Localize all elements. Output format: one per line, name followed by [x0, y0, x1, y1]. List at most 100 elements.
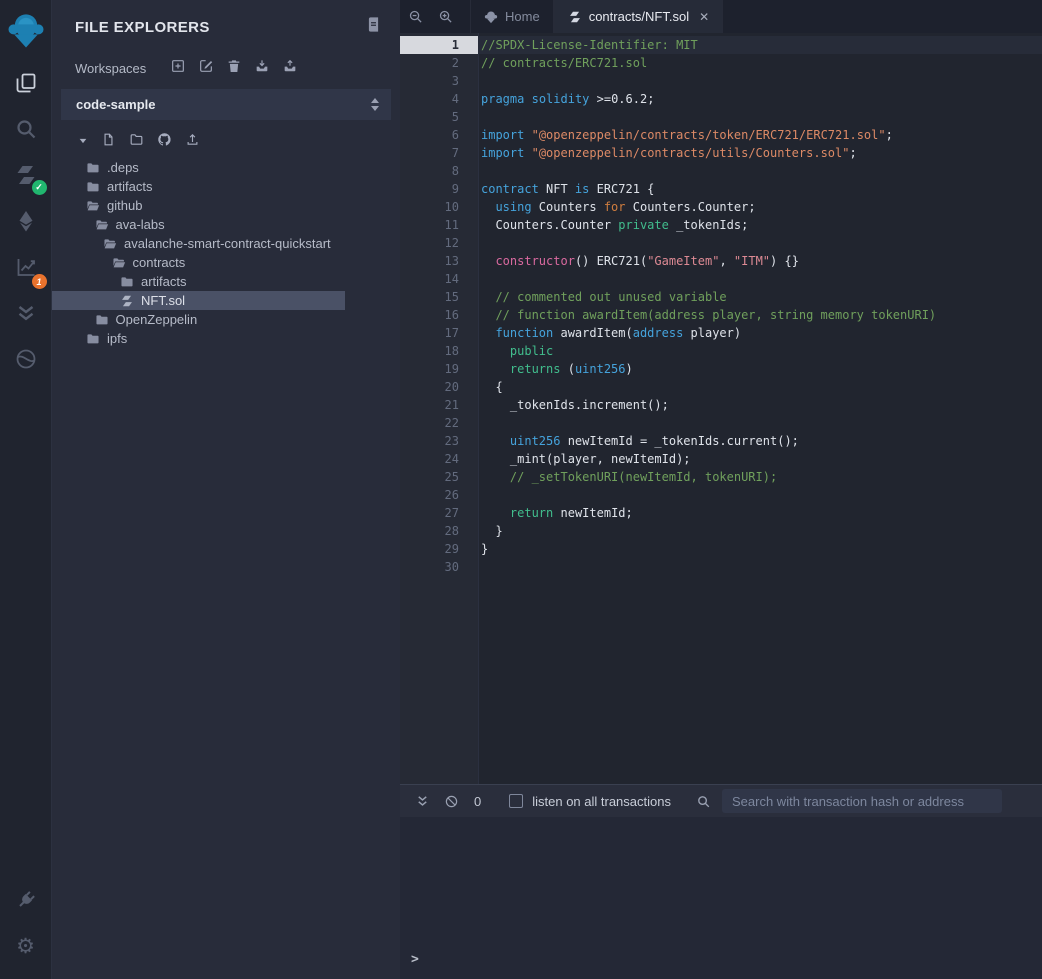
- code-line[interactable]: 11 Counters.Counter private _tokenIds;: [400, 216, 1042, 234]
- code-line[interactable]: 6import "@openzeppelin/contracts/token/E…: [400, 126, 1042, 144]
- code-line[interactable]: 4pragma solidity >=0.6.2;: [400, 90, 1042, 108]
- remix-logo[interactable]: [5, 8, 47, 52]
- tree-item-artifacts[interactable]: artifacts: [52, 272, 345, 291]
- unit-testing-icon[interactable]: [8, 295, 44, 331]
- workspace-select[interactable]: code-sample: [61, 89, 391, 120]
- tree-item-nft-sol[interactable]: NFT.sol: [52, 291, 345, 310]
- restore-workspaces-icon[interactable]: [282, 58, 298, 79]
- code-text: return newItemId;: [478, 504, 633, 522]
- code-line[interactable]: 27 return newItemId;: [400, 504, 1042, 522]
- code-text: [478, 108, 481, 126]
- line-number: 9: [400, 180, 478, 198]
- code-line[interactable]: 12: [400, 234, 1042, 252]
- new-folder-icon[interactable]: [129, 132, 144, 152]
- create-workspace-icon[interactable]: [170, 58, 186, 79]
- tree-item-artifacts[interactable]: artifacts: [52, 177, 345, 196]
- code-line[interactable]: 14: [400, 270, 1042, 288]
- tab-label: Home: [505, 9, 540, 24]
- tab-home[interactable]: Home: [470, 0, 554, 33]
- close-tab-icon[interactable]: ✕: [699, 10, 709, 24]
- code-line[interactable]: 3: [400, 72, 1042, 90]
- code-line[interactable]: 21 _tokenIds.increment();: [400, 396, 1042, 414]
- zoom-out-icon[interactable]: [400, 0, 430, 33]
- code-line[interactable]: 9contract NFT is ERC721 {: [400, 180, 1042, 198]
- code-line[interactable]: 20 {: [400, 378, 1042, 396]
- code-line[interactable]: 13 constructor() ERC721("GameItem", "ITM…: [400, 252, 1042, 270]
- tree-item-openzeppelin[interactable]: OpenZeppelin: [52, 310, 345, 329]
- tree-item-label: ipfs: [107, 331, 127, 346]
- tree-item-github[interactable]: github: [52, 196, 345, 215]
- zoom-in-icon[interactable]: [430, 0, 460, 33]
- line-number: 17: [400, 324, 478, 342]
- plugin-manager-icon[interactable]: [8, 882, 44, 918]
- caret-down-icon[interactable]: [78, 133, 88, 151]
- code-line[interactable]: 1//SPDX-License-Identifier: MIT: [400, 36, 1042, 54]
- listen-transactions-checkbox[interactable]: [509, 794, 523, 808]
- code-line[interactable]: 23 uint256 newItemId = _tokenIds.current…: [400, 432, 1042, 450]
- code-text: uint256 newItemId = _tokenIds.current();: [478, 432, 799, 450]
- main-area: Home contracts/NFT.sol ✕ 1//SPDX-License…: [400, 0, 1042, 979]
- tree-item-contracts[interactable]: contracts: [52, 253, 345, 272]
- folder-icon: [86, 332, 100, 346]
- tree-item-avalanche-smart-contract-quickstart[interactable]: avalanche-smart-contract-quickstart: [52, 234, 345, 253]
- code-line[interactable]: 2// contracts/ERC721.sol: [400, 54, 1042, 72]
- code-line[interactable]: 22: [400, 414, 1042, 432]
- terminal-output[interactable]: >: [400, 817, 1042, 979]
- plugin-icon[interactable]: [8, 341, 44, 377]
- code-line[interactable]: 10 using Counters for Counters.Counter;: [400, 198, 1042, 216]
- code-line[interactable]: 25 // _setTokenURI(newItemId, tokenURI);: [400, 468, 1042, 486]
- remix-ide-window: ✓1 ⚙ FILE EXPLORERS Workspaces code-samp…: [0, 0, 1042, 979]
- code-line[interactable]: 28 }: [400, 522, 1042, 540]
- code-text: [478, 234, 481, 252]
- rename-workspace-icon[interactable]: [198, 58, 214, 79]
- code-line[interactable]: 15 // commented out unused variable: [400, 288, 1042, 306]
- code-line[interactable]: 8: [400, 162, 1042, 180]
- terminal-toolbar: 0 listen on all transactions: [400, 784, 1042, 817]
- code-line[interactable]: 26: [400, 486, 1042, 504]
- code-line[interactable]: 18 public: [400, 342, 1042, 360]
- code-text: [478, 72, 481, 90]
- code-line[interactable]: 16 // function awardItem(address player,…: [400, 306, 1042, 324]
- search-icon[interactable]: [8, 111, 44, 147]
- settings-icon[interactable]: ⚙: [8, 928, 44, 964]
- code-line[interactable]: 29}: [400, 540, 1042, 558]
- github-icon[interactable]: [157, 132, 172, 152]
- tree-item-label: github: [107, 198, 142, 213]
- code-text: [478, 270, 481, 288]
- code-editor[interactable]: 1//SPDX-License-Identifier: MIT2// contr…: [400, 33, 1042, 784]
- line-number: 24: [400, 450, 478, 468]
- code-line[interactable]: 30: [400, 558, 1042, 576]
- line-number: 8: [400, 162, 478, 180]
- code-line[interactable]: 17 function awardItem(address player): [400, 324, 1042, 342]
- tree-item-ava-labs[interactable]: ava-labs: [52, 215, 345, 234]
- upload-file-icon[interactable]: [185, 132, 200, 152]
- line-number: 19: [400, 360, 478, 378]
- file-explorer-icon[interactable]: [8, 65, 44, 101]
- code-line[interactable]: 7import "@openzeppelin/contracts/utils/C…: [400, 144, 1042, 162]
- new-file-icon[interactable]: [101, 132, 116, 152]
- folder-icon: [120, 275, 134, 289]
- workspaces-label: Workspaces: [75, 61, 146, 76]
- delete-workspace-icon[interactable]: [226, 58, 242, 79]
- tab-contracts-nft-sol[interactable]: contracts/NFT.sol ✕: [554, 0, 723, 33]
- book-icon[interactable]: [365, 16, 382, 38]
- solidity-compiler-icon[interactable]: ✓: [8, 157, 44, 193]
- code-text: _mint(player, newItemId);: [478, 450, 691, 468]
- tree-item-ipfs[interactable]: ipfs: [52, 329, 345, 348]
- line-number: 29: [400, 540, 478, 558]
- code-line[interactable]: 5: [400, 108, 1042, 126]
- download-workspaces-icon[interactable]: [254, 58, 270, 79]
- tree-item--deps[interactable]: .deps: [52, 158, 345, 177]
- workspace-selected-value: code-sample: [76, 97, 155, 112]
- code-line[interactable]: 19 returns (uint256): [400, 360, 1042, 378]
- tree-item-label: artifacts: [141, 274, 187, 289]
- tree-item-label: artifacts: [107, 179, 153, 194]
- deploy-run-icon[interactable]: [8, 203, 44, 239]
- clear-terminal-icon[interactable]: [444, 794, 459, 809]
- expand-terminal-icon[interactable]: [415, 794, 430, 809]
- icon-sidebar: ✓ 1 ⚙: [0, 0, 52, 979]
- terminal-search-input[interactable]: [722, 789, 1002, 813]
- statistics-icon[interactable]: 1: [8, 249, 44, 285]
- select-arrows-icon: [371, 98, 379, 111]
- code-line[interactable]: 24 _mint(player, newItemId);: [400, 450, 1042, 468]
